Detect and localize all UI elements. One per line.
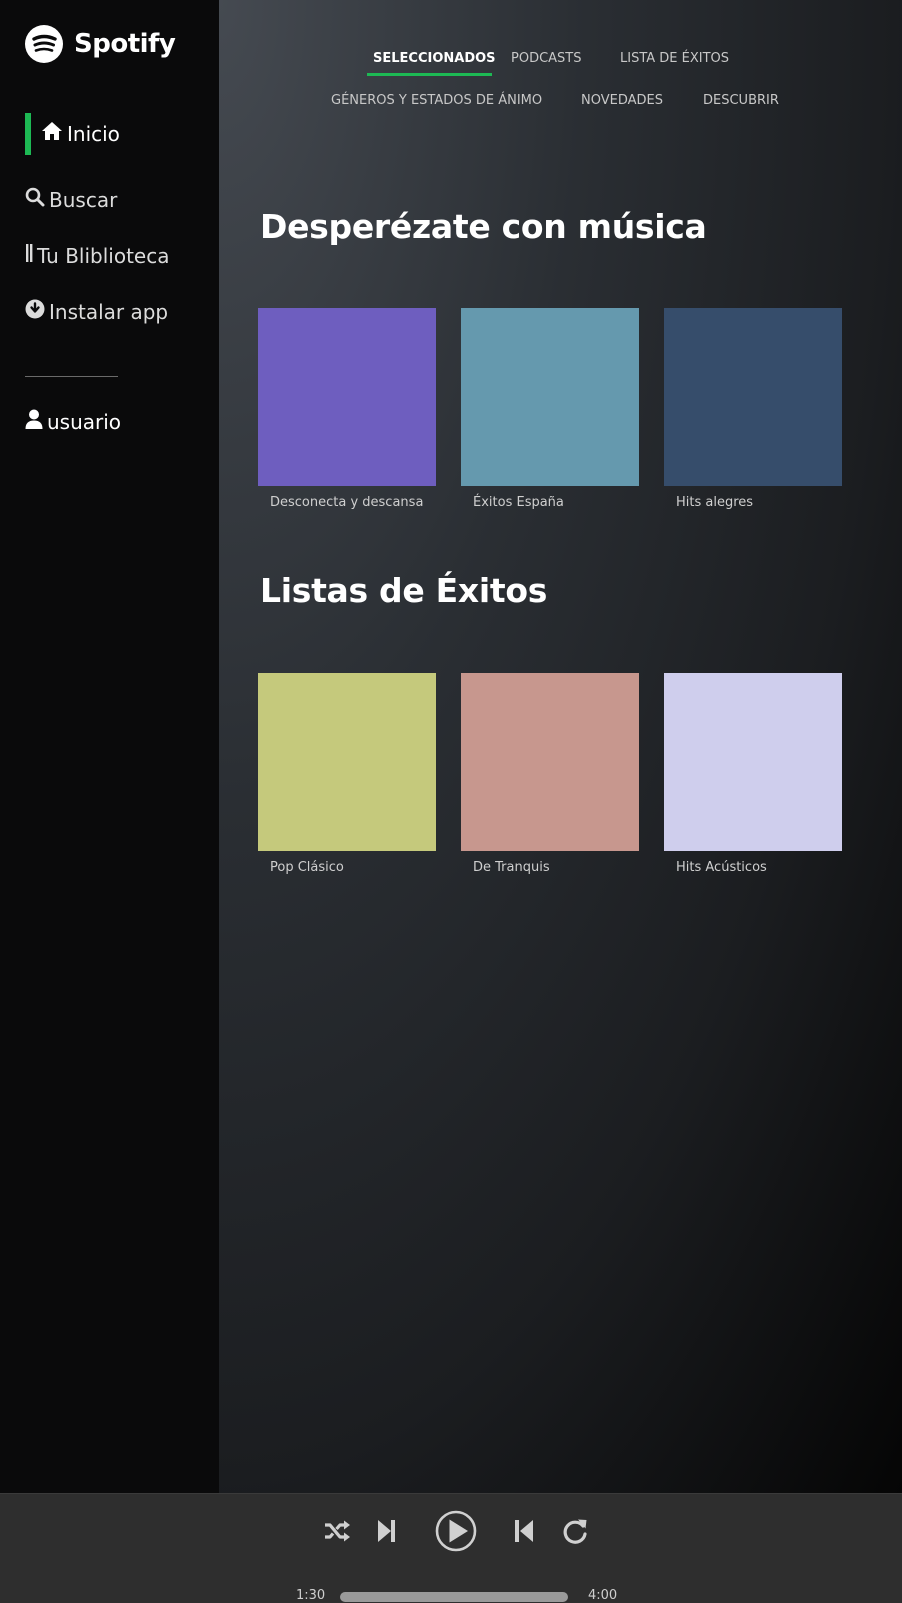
playlist-card[interactable]: De Tranquis	[461, 673, 639, 875]
shuffle-icon[interactable]	[323, 1518, 351, 1548]
progress-bar[interactable]	[340, 1592, 568, 1602]
spotify-logo[interactable]: Spotify	[25, 24, 176, 64]
app-name: Spotify	[74, 29, 176, 59]
current-time: 1:30	[296, 1588, 326, 1603]
playlist-label: Pop Clásico	[270, 860, 344, 875]
playlist-card[interactable]: Hits Acústicos	[664, 673, 842, 875]
playlist-card[interactable]: Pop Clásico	[258, 673, 436, 875]
sidebar-divider	[25, 376, 118, 377]
sidebar-item-instalar[interactable]: Instalar app	[25, 299, 168, 324]
download-icon	[25, 299, 45, 324]
user-label: usuario	[47, 409, 122, 434]
playlist-cover	[461, 308, 639, 486]
active-tab-underline	[367, 73, 492, 76]
playlist-cover	[258, 308, 436, 486]
section-title: Desperézate con música	[260, 207, 707, 246]
sidebar-item-inicio[interactable]: Inicio	[41, 121, 120, 146]
playlist-cover	[461, 673, 639, 851]
playlist-cover	[258, 673, 436, 851]
repeat-icon[interactable]	[561, 1517, 589, 1549]
tab-descubrir[interactable]: DESCUBRIR	[703, 93, 779, 108]
tab-generos[interactable]: GÉNEROS Y ESTADOS DE ÁNIMO	[331, 93, 542, 108]
playlist-cover	[664, 673, 842, 851]
sidebar-item-label: Inicio	[67, 121, 120, 146]
home-icon	[41, 121, 63, 146]
playlist-label: Desconecta y descansa	[270, 495, 424, 510]
playlist-card[interactable]: Desconecta y descansa	[258, 308, 436, 510]
sidebar-item-biblioteca[interactable]: Tu Bliblioteca	[25, 243, 170, 268]
sidebar-item-buscar[interactable]: Buscar	[25, 187, 117, 212]
play-button[interactable]	[435, 1510, 477, 1556]
tab-lista-de-exitos[interactable]: LISTA DE ÉXITOS	[620, 51, 729, 66]
sidebar-item-label: Tu Bliblioteca	[37, 243, 170, 268]
search-icon	[25, 187, 45, 212]
playlist-card[interactable]: Hits alegres	[664, 308, 842, 510]
playlist-cover	[664, 308, 842, 486]
player-bar: 1:30 4:00	[0, 1493, 902, 1603]
playlist-label: Hits alegres	[676, 495, 754, 510]
tab-podcasts[interactable]: PODCASTS	[511, 51, 582, 66]
playlist-label: Éxitos España	[473, 495, 564, 510]
user-icon	[25, 409, 43, 434]
playlist-label: Hits Acústicos	[676, 860, 767, 875]
active-indicator	[25, 113, 31, 155]
spotify-icon	[25, 25, 63, 63]
sidebar-item-usuario[interactable]: usuario	[25, 409, 121, 434]
playlist-label: De Tranquis	[473, 860, 550, 875]
tab-novedades[interactable]: NOVEDADES	[581, 93, 663, 108]
skip-back-icon[interactable]	[514, 1519, 534, 1547]
sidebar-item-label: Instalar app	[49, 299, 169, 324]
total-time: 4:00	[588, 1588, 618, 1603]
skip-forward-icon[interactable]	[377, 1519, 397, 1547]
sidebar: Spotify Inicio Buscar Tu Bliblioteca Ins…	[0, 0, 219, 1493]
tab-seleccionados[interactable]: SELECCIONADOS	[373, 51, 496, 66]
section-title: Listas de Éxitos	[260, 571, 548, 610]
playlist-card[interactable]: Éxitos España	[461, 308, 639, 510]
sidebar-item-label: Buscar	[49, 187, 118, 212]
library-icon	[25, 243, 35, 268]
